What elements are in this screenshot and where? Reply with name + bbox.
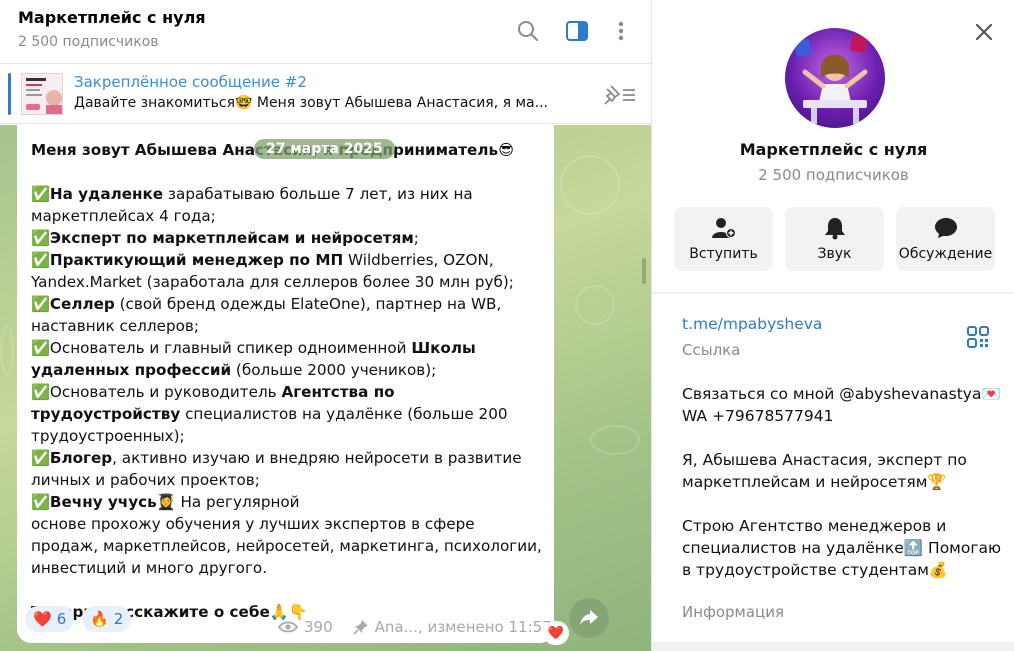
pin-icon — [353, 620, 368, 635]
msg-p4-bold: ✅Селлер — [31, 295, 115, 313]
own-reaction[interactable]: ❤️ — [543, 621, 569, 645]
sidebar-toggle-icon[interactable] — [564, 18, 590, 44]
pinned-list-icon[interactable] — [603, 83, 637, 107]
sound-button[interactable]: Звук — [785, 207, 884, 271]
background-doodle — [560, 155, 620, 215]
reaction-heart[interactable]: ❤️ 6 — [25, 606, 75, 632]
background-doodle — [0, 325, 14, 375]
msg-p6: ✅Основатель и руководитель — [31, 383, 282, 401]
views-count: 390 — [304, 618, 333, 636]
info-subscribers: 2 500 подписчиков — [758, 166, 909, 184]
search-icon[interactable] — [515, 18, 541, 44]
reaction-emoji: 🔥 — [90, 610, 109, 628]
link-caption: Ссылка — [682, 341, 741, 359]
close-button[interactable] — [970, 18, 998, 46]
msg-p5-end: (больше 2000 учеников); — [231, 361, 437, 379]
description-caption: Информация — [682, 603, 785, 621]
message-bubble[interactable]: Меня зовут Абышева Анастасия, я предприн… — [17, 125, 554, 643]
discussion-button[interactable]: Обсуждение — [896, 207, 995, 271]
message-text: Меня зовут Абышева Анастасия, я предприн… — [31, 139, 546, 623]
forward-button[interactable] — [569, 598, 609, 638]
channel-subscribers: 2 500 подписчиков — [18, 34, 159, 50]
msg-p2-bold: ✅Эксперт по маркетплейсам и нейросетям — [31, 229, 414, 247]
channel-avatar[interactable] — [785, 28, 885, 128]
bell-icon — [824, 218, 845, 240]
chat-bubble-icon — [934, 218, 957, 238]
msg-p1-bold: ✅На удаленке — [31, 185, 164, 203]
channel-info-panel: Маркетплейс с нуля 2 500 подписчиков Вст… — [651, 0, 1014, 651]
reaction-fire[interactable]: 🔥 2 — [82, 606, 132, 632]
forward-icon — [580, 610, 598, 625]
reaction-count: 2 — [113, 610, 124, 628]
msg-p7-bold: ✅Блогер — [31, 449, 113, 467]
msg-p2: ; — [413, 229, 419, 247]
section-divider — [652, 642, 1014, 651]
pinned-title[interactable]: Закреплённое сообщение #2 — [74, 73, 307, 91]
msg-p3-bold: ✅Практикующий менеджер по МП — [31, 251, 344, 269]
chat-header[interactable]: Маркетплейс с нуля 2 500 подписчиков — [0, 0, 651, 64]
join-label: Вступить — [689, 246, 758, 262]
background-doodle — [590, 425, 640, 455]
sound-label: Звук — [817, 246, 852, 262]
author-edited-time: Ana..., изменено 11:57 — [374, 618, 552, 636]
background-doodle — [575, 285, 615, 325]
pinned-accent-bar — [8, 73, 11, 115]
views-icon — [278, 621, 298, 633]
chat-scrollbar[interactable] — [642, 258, 646, 284]
pinned-preview-text[interactable]: Давайте знакомиться🤓 Меня зовут Абышева … — [74, 95, 584, 111]
discussion-label: Обсуждение — [898, 246, 993, 262]
reaction-emoji: ❤️ — [33, 610, 52, 628]
pinned-thumbnail — [21, 73, 63, 115]
channel-description: Связаться со мной @abyshevanastya💌 WA +7… — [682, 385, 1002, 579]
qr-code-icon[interactable] — [967, 326, 989, 348]
message-meta: 390 Ana..., изменено 11:57 — [278, 618, 552, 636]
msg-p8-bold: ✅Вечну учусь — [31, 493, 157, 511]
section-divider — [652, 292, 1014, 294]
msg-p5: ✅Основатель и главный спикер одноименной — [31, 339, 412, 357]
info-channel-title: Маркетплейс с нуля — [739, 140, 928, 159]
channel-title[interactable]: Маркетплейс с нуля — [18, 8, 206, 27]
pinned-message-bar[interactable]: Закреплённое сообщение #2 Давайте знаком… — [0, 65, 651, 124]
close-icon — [975, 23, 993, 41]
reaction-count: 6 — [56, 610, 67, 628]
date-separator: 27 марта 2025 — [254, 139, 395, 159]
join-button[interactable]: Вступить — [674, 207, 773, 271]
channel-link[interactable]: t.me/mpabysheva — [682, 315, 822, 333]
chat-column: Маркетплейс с нуля 2 500 подписчиков Зак… — [0, 0, 651, 651]
more-vertical-icon[interactable] — [608, 18, 634, 44]
add-user-icon — [711, 218, 736, 238]
